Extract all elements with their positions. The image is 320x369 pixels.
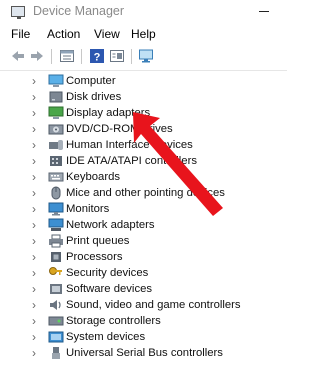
chevron-right-icon[interactable]: › xyxy=(32,283,42,295)
menu-file[interactable]: File xyxy=(11,27,30,41)
security-key-icon xyxy=(48,266,64,280)
storage-controller-icon xyxy=(48,314,64,328)
tree-item-dvd-cd-rom-drives[interactable]: › DVD/CD-ROM drives xyxy=(30,121,280,137)
svg-text:?: ? xyxy=(94,52,101,64)
tree-item-label: Software devices xyxy=(66,283,153,295)
usb-icon xyxy=(48,346,64,360)
device-manager-icon xyxy=(11,6,25,19)
tree-item-display-adapters[interactable]: › Display adapters xyxy=(30,105,280,121)
hid-icon xyxy=(48,138,64,152)
chevron-right-icon[interactable]: › xyxy=(32,251,42,263)
chevron-right-icon[interactable]: › xyxy=(32,139,42,151)
properties-icon[interactable] xyxy=(59,48,75,64)
tree-item-monitors[interactable]: › Monitors xyxy=(30,201,280,217)
disk-drive-icon xyxy=(48,90,64,104)
forward-arrow-icon[interactable] xyxy=(29,48,45,64)
chevron-right-icon[interactable]: › xyxy=(32,331,42,343)
chevron-right-icon[interactable]: › xyxy=(32,203,42,215)
chevron-right-icon[interactable]: › xyxy=(32,123,42,135)
tree-item-storage-controllers[interactable]: › Storage controllers xyxy=(30,313,280,329)
chevron-right-icon[interactable]: › xyxy=(32,75,42,87)
chevron-right-icon[interactable]: › xyxy=(32,171,42,183)
tree-item-label: IDE ATA/ATAPI controllers xyxy=(66,155,197,167)
tree-item-human-interface-devices[interactable]: › Human Interface Devices xyxy=(30,137,280,153)
tree-item-label: System devices xyxy=(66,331,146,343)
chevron-right-icon[interactable]: › xyxy=(32,91,42,103)
printer-icon xyxy=(48,234,64,248)
tree-item-computer[interactable]: › Computer xyxy=(30,73,280,89)
display-adapter-icon xyxy=(48,106,64,120)
tree-item-ide-ata-atapi-controllers[interactable]: › IDE ATA/ATAPI controllers xyxy=(30,153,280,169)
chevron-right-icon[interactable]: › xyxy=(32,155,42,167)
tree-item-universal-serial-bus-controllers[interactable]: › Universal Serial Bus controllers xyxy=(30,345,280,361)
tree-item-print-queues[interactable]: › Print queues xyxy=(30,233,280,249)
tree-item-label: Display adapters xyxy=(66,107,151,119)
tree-item-processors[interactable]: › Processors xyxy=(30,249,280,265)
tree-item-label: Storage controllers xyxy=(66,315,161,327)
update-driver-icon[interactable] xyxy=(109,48,125,64)
tree-item-label: Universal Serial Bus controllers xyxy=(66,347,223,359)
tree-item-label: Disk drives xyxy=(66,91,122,103)
menu-bar: File Action View Help xyxy=(0,24,287,44)
tree-item-label: Computer xyxy=(66,75,116,87)
chevron-right-icon[interactable]: › xyxy=(32,107,42,119)
sound-icon xyxy=(48,298,64,312)
tree-item-label: Print queues xyxy=(66,235,130,247)
menu-view[interactable]: View xyxy=(94,27,120,41)
toolbar-separator xyxy=(131,49,132,64)
tree-item-software-devices[interactable]: › Software devices xyxy=(30,281,280,297)
processor-icon xyxy=(48,250,64,264)
tree-item-label: Keyboards xyxy=(66,171,121,183)
tree-item-label: Human Interface Devices xyxy=(66,139,193,151)
back-arrow-icon[interactable] xyxy=(10,48,26,64)
menu-action[interactable]: Action xyxy=(47,27,80,41)
chevron-right-icon[interactable]: › xyxy=(32,299,42,311)
ide-controller-icon xyxy=(48,154,64,168)
tree-item-label: Network adapters xyxy=(66,219,155,231)
tree-item-mice-and-other-pointing-devices[interactable]: › Mice and other pointing devices xyxy=(30,185,280,201)
tree-item-label: Processors xyxy=(66,251,123,263)
tree-item-label: Monitors xyxy=(66,203,110,215)
device-tree: › Computer › Disk drives › Display adapt… xyxy=(0,70,287,369)
tree-item-disk-drives[interactable]: › Disk drives xyxy=(30,89,280,105)
tree-item-label: Mice and other pointing devices xyxy=(66,187,225,199)
chevron-right-icon[interactable]: › xyxy=(32,267,42,279)
tree-item-system-devices[interactable]: › System devices xyxy=(30,329,280,345)
network-adapter-icon xyxy=(48,218,64,232)
mouse-icon xyxy=(48,186,64,200)
tree-item-label: DVD/CD-ROM drives xyxy=(66,123,173,135)
tree-item-keyboards[interactable]: › Keyboards xyxy=(30,169,280,185)
title-bar: Device Manager xyxy=(0,0,287,24)
keyboard-icon xyxy=(48,170,64,184)
toolbar: ? xyxy=(0,44,287,71)
system-device-icon xyxy=(48,330,64,344)
toolbar-separator xyxy=(81,49,82,64)
chevron-right-icon[interactable]: › xyxy=(32,187,42,199)
monitor-icon xyxy=(48,202,64,216)
chevron-right-icon[interactable]: › xyxy=(32,235,42,247)
window-title: Device Manager xyxy=(33,4,125,18)
computer-icon xyxy=(48,74,64,88)
tree-item-label: Security devices xyxy=(66,267,149,279)
help-icon[interactable]: ? xyxy=(89,48,105,64)
minimize-button[interactable] xyxy=(259,11,269,12)
dvd-drive-icon xyxy=(48,122,64,136)
chevron-right-icon[interactable]: › xyxy=(32,219,42,231)
tree-item-network-adapters[interactable]: › Network adapters xyxy=(30,217,280,233)
tree-item-label: Sound, video and game controllers xyxy=(66,299,241,311)
chevron-right-icon[interactable]: › xyxy=(32,315,42,327)
software-device-icon xyxy=(48,282,64,296)
scan-hardware-icon[interactable] xyxy=(138,48,154,64)
chevron-right-icon[interactable]: › xyxy=(32,347,42,359)
toolbar-separator xyxy=(51,49,52,64)
tree-item-security-devices[interactable]: › Security devices xyxy=(30,265,280,281)
tree-item-sound-video-and-game-controllers[interactable]: › Sound, video and game controllers xyxy=(30,297,280,313)
menu-help[interactable]: Help xyxy=(131,27,156,41)
